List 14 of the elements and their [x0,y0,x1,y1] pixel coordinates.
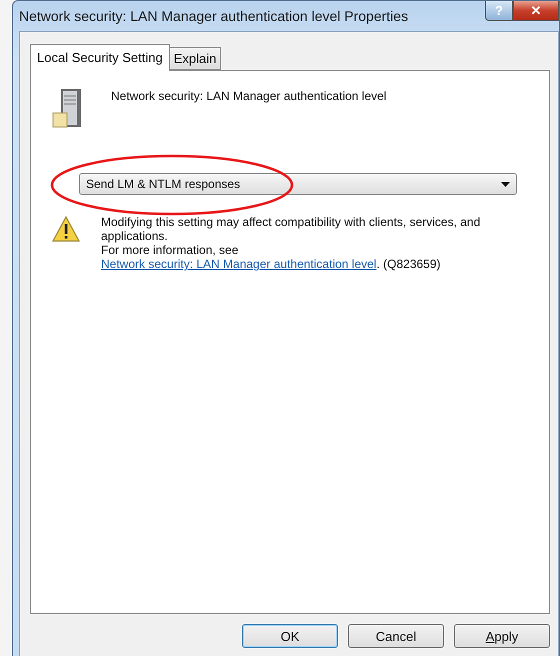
setting-dropdown[interactable]: Send LM & NTLM responses [79,173,517,195]
dialog-button[interactable]: Cancel [348,624,444,648]
close-button[interactable]: ✕ [513,1,559,21]
help-link[interactable]: Network security: LAN Manager authentication level [101,257,376,271]
dialog-button[interactable]: Apply [454,624,550,648]
warning-icon [51,215,81,243]
dialog-button[interactable]: OK [242,624,338,648]
dropdown-arrow-icon [501,182,510,186]
warning-text: Modifying this setting may affect compatibility with clients, services, and applications. [101,215,482,243]
tab[interactable]: Explain [168,47,222,70]
window-title: Network security: LAN Manager authentication level Properties [19,8,408,24]
more-info-text: For more information, see Network security: LAN Manager authentication level. (Q823659) [101,243,442,271]
tab[interactable]: Local Security Setting [30,44,170,71]
policy-name: Network security: LAN Manager authentication level [111,89,386,103]
